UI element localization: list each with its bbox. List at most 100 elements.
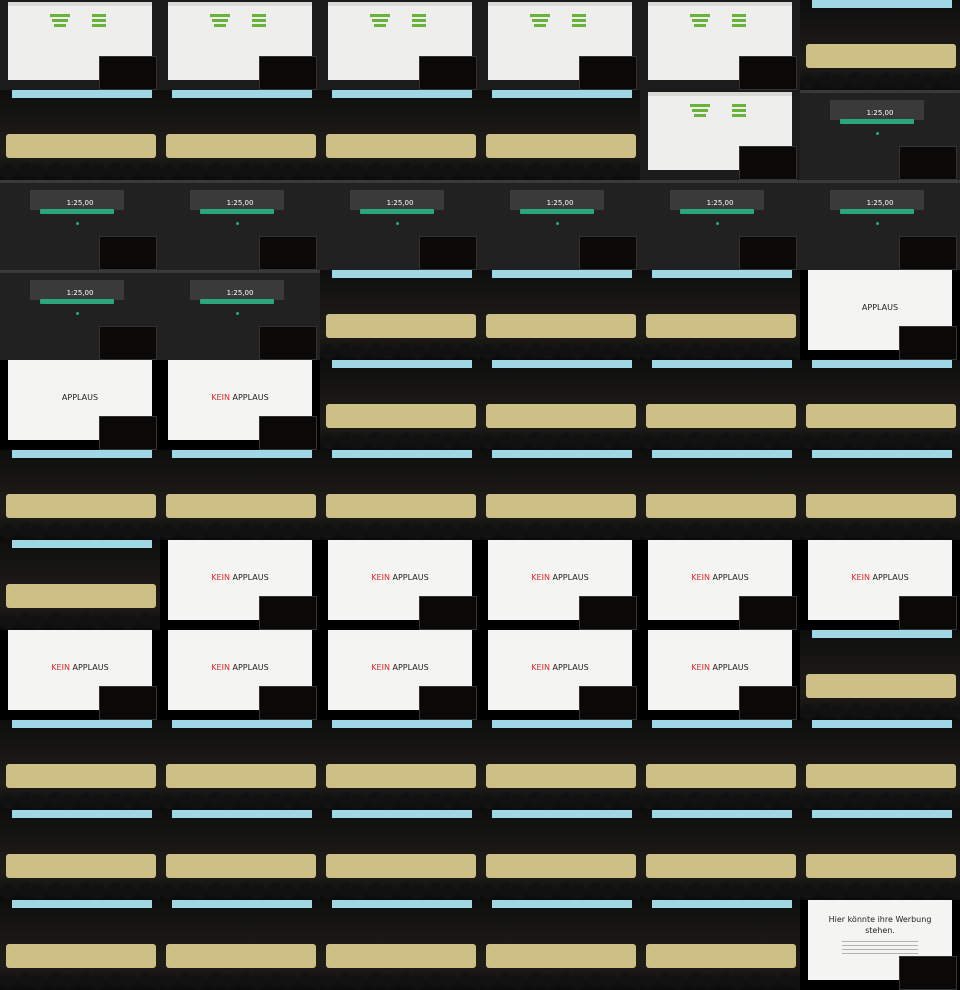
stage-frame-9 xyxy=(320,90,480,180)
sofa xyxy=(166,854,316,878)
stage-frame-64 xyxy=(480,900,640,990)
timer-frame-13: 1:25,00 xyxy=(0,180,160,270)
slide-text-red: KEIN xyxy=(371,663,390,672)
audience xyxy=(480,790,640,810)
projection-screen xyxy=(492,270,632,278)
kein-applaus-slide-frame-38: KEIN APPLAUS xyxy=(160,540,320,630)
audience xyxy=(320,430,480,450)
audience xyxy=(160,790,320,810)
camera-inset xyxy=(259,596,317,630)
stage-frame-27 xyxy=(320,360,480,450)
audience xyxy=(320,970,480,990)
camera-inset xyxy=(419,596,477,630)
timer-frame-18: 1:25,00 xyxy=(800,180,960,270)
audience xyxy=(640,790,800,810)
sofa xyxy=(166,764,316,788)
slide-text: APPLAUS xyxy=(69,663,109,672)
stage-frame-63 xyxy=(320,900,480,990)
sofa xyxy=(326,764,476,788)
stage-frame-10 xyxy=(480,90,640,180)
desktop-frame-1 xyxy=(0,0,160,90)
slide-text: APPLAUS xyxy=(869,573,909,582)
stage-frame-61 xyxy=(0,900,160,990)
stage-frame-33 xyxy=(320,450,480,540)
audience xyxy=(320,340,480,360)
projection-screen xyxy=(12,90,152,98)
slide-text-red: KEIN xyxy=(531,573,550,582)
camera-inset xyxy=(579,236,637,270)
sofa xyxy=(646,764,796,788)
projection-screen xyxy=(812,360,952,368)
projection-screen xyxy=(332,270,472,278)
sofa xyxy=(326,944,476,968)
timer-progress-bar xyxy=(200,299,274,304)
audience xyxy=(0,970,160,990)
projection-screen xyxy=(492,360,632,368)
camera-inset xyxy=(99,686,157,720)
sofa xyxy=(326,854,476,878)
audience xyxy=(480,430,640,450)
projection-screen xyxy=(172,90,312,98)
projection-screen xyxy=(172,900,312,908)
desktop-frame-5 xyxy=(640,0,800,90)
kein-applaus-slide-frame-47: KEIN APPLAUS xyxy=(640,630,800,720)
projection-screen xyxy=(332,360,472,368)
camera-inset xyxy=(579,56,637,90)
stage-frame-21 xyxy=(320,270,480,360)
projection-screen xyxy=(652,720,792,728)
audience xyxy=(640,880,800,900)
stage-frame-22 xyxy=(480,270,640,360)
camera-inset xyxy=(419,236,477,270)
slide-text: APPLAUS xyxy=(229,663,269,672)
stage-frame-34 xyxy=(480,450,640,540)
audience xyxy=(800,430,960,450)
audience xyxy=(160,880,320,900)
timer-value: 1:25,00 xyxy=(226,289,254,297)
kein-applaus-slide-frame-43: KEIN APPLAUS xyxy=(0,630,160,720)
sofa xyxy=(6,584,156,608)
camera-inset xyxy=(419,686,477,720)
status-dot xyxy=(236,312,239,315)
projection-screen xyxy=(172,810,312,818)
stage-frame-50 xyxy=(160,720,320,810)
sofa xyxy=(166,134,316,158)
audience xyxy=(800,700,960,720)
audience xyxy=(800,520,960,540)
audience xyxy=(640,430,800,450)
desktop-frame-3 xyxy=(320,0,480,90)
sofa xyxy=(6,134,156,158)
sofa xyxy=(486,314,636,338)
projection-screen xyxy=(332,90,472,98)
camera-inset xyxy=(739,146,797,180)
slide-text: APPLAUS xyxy=(709,663,749,672)
timer-frame-20: 1:25,00 xyxy=(160,270,320,360)
audience xyxy=(320,790,480,810)
projection-screen xyxy=(492,720,632,728)
slide-text: APPLAUS xyxy=(389,573,429,582)
status-dot xyxy=(876,132,879,135)
audience xyxy=(480,880,640,900)
slide-fineprint xyxy=(842,940,918,954)
audience xyxy=(160,160,320,180)
timer-value: 1:25,00 xyxy=(66,289,94,297)
camera-inset xyxy=(259,416,317,450)
stage-frame-60 xyxy=(800,810,960,900)
camera-inset xyxy=(739,56,797,90)
slide-text-red: KEIN xyxy=(211,393,230,402)
timer-frame-19: 1:25,00 xyxy=(0,270,160,360)
status-dot xyxy=(76,312,79,315)
slide-text-red: KEIN xyxy=(211,573,230,582)
projection-screen xyxy=(492,810,632,818)
sofa xyxy=(646,314,796,338)
sofa xyxy=(326,134,476,158)
slide-text-red: KEIN xyxy=(691,573,710,582)
status-dot xyxy=(76,222,79,225)
slide-text: APPLAUS xyxy=(709,573,749,582)
audience xyxy=(320,520,480,540)
slide-text-red: KEIN xyxy=(371,573,390,582)
kein-applaus-slide-frame-39: KEIN APPLAUS xyxy=(320,540,480,630)
stage-frame-37 xyxy=(0,540,160,630)
sofa xyxy=(806,854,956,878)
timer-value: 1:25,00 xyxy=(706,199,734,207)
stage-frame-8 xyxy=(160,90,320,180)
